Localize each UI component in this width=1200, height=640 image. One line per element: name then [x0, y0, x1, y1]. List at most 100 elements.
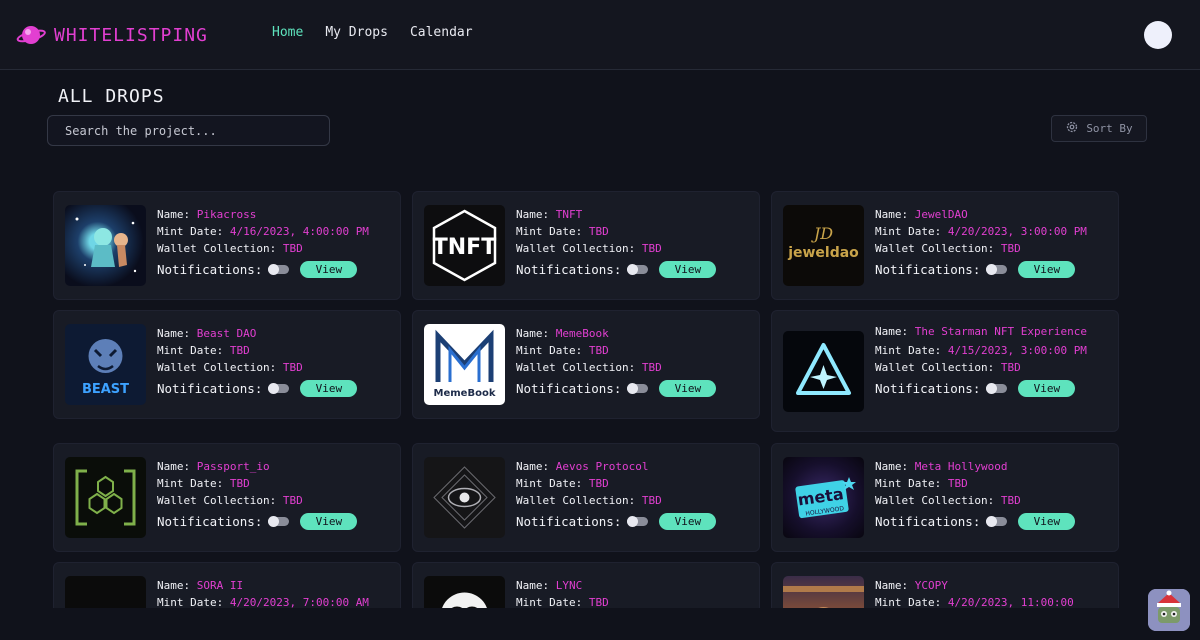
notifications-label: Notifications:: [157, 381, 263, 396]
brand-logo[interactable]: WHITELISTPING: [16, 20, 208, 50]
drop-image-beast-dao[interactable]: BEAST: [65, 324, 146, 405]
drop-name: JewelDAO: [914, 208, 968, 221]
drop-info: Name: Meta Hollywood Mint Date: TBD Wall…: [875, 458, 1115, 530]
drop-image-sora[interactable]: SORA: [65, 576, 146, 608]
drop-card: BEAST Name: Beast DAO Mint Date: TBD Wal…: [53, 310, 401, 419]
drop-mint-date: 4/15/2023, 3:00:00 PM: [947, 344, 1087, 357]
drop-mint-date: TBD: [947, 477, 968, 490]
drop-card: JD jeweldao Name: JewelDAO Mint Date: 4/…: [771, 191, 1119, 300]
drop-info: Name: Pikacross Mint Date: 4/16/2023, 4:…: [157, 208, 369, 278]
drop-card: MemeBook Name: MemeBook Mint Date: TBD W…: [412, 310, 760, 419]
nav-my-drops[interactable]: My Drops: [325, 25, 388, 40]
drop-info: Name: Aevos Protocol Mint Date: TBD Wall…: [516, 458, 756, 530]
drop-mint-date: TBD: [588, 344, 609, 357]
drop-name: The Starman NFT Experience: [914, 325, 1087, 338]
drop-name: LYNC: [555, 579, 583, 592]
drop-image-meta-hollywood[interactable]: meta HOLLYWOOD: [783, 457, 864, 538]
view-button[interactable]: View: [300, 261, 358, 278]
svg-text:SORA: SORA: [74, 607, 137, 608]
nav-calendar[interactable]: Calendar: [410, 25, 473, 40]
drop-image-memebook[interactable]: MemeBook: [424, 324, 505, 405]
drop-info: Name: LYNC Mint Date: TBD: [516, 579, 609, 608]
drop-wallet: TBD: [1000, 494, 1021, 507]
notifications-toggle[interactable]: [986, 383, 1008, 394]
notifications-label: Notifications:: [516, 514, 622, 529]
notifications-toggle[interactable]: [627, 264, 649, 275]
view-button[interactable]: View: [659, 380, 717, 397]
drop-wallet: TBD: [1000, 242, 1021, 255]
drop-card: TNFT Name: TNFT Mint Date: TBD Wallet Co…: [412, 191, 760, 300]
brand-name: WHITELISTPING: [54, 24, 208, 46]
drop-image-lync[interactable]: [424, 576, 505, 608]
main-nav: Home My Drops Calendar: [272, 25, 473, 40]
drop-wallet: TBD: [641, 361, 662, 374]
drop-name: Beast DAO: [196, 327, 257, 340]
view-button[interactable]: View: [1018, 261, 1076, 278]
user-avatar[interactable]: [1144, 21, 1172, 49]
drop-name: Pikacross: [196, 208, 257, 221]
drop-name: Aevos Protocol: [555, 460, 649, 473]
notifications-toggle[interactable]: [627, 516, 649, 527]
notifications-label: Notifications:: [875, 262, 981, 277]
notifications-label: Notifications:: [157, 262, 263, 277]
gear-icon: [1065, 120, 1079, 137]
drop-info: Name: MemeBook Mint Date: TBD Wallet Col…: [516, 325, 756, 397]
drop-mint-date: TBD: [588, 225, 609, 238]
search-input[interactable]: [48, 116, 329, 145]
drop-card: Name: YCOPY Mint Date: 4/20/2023, 11:00:…: [771, 562, 1119, 608]
notifications-toggle[interactable]: [268, 516, 290, 527]
view-button[interactable]: View: [1018, 380, 1076, 397]
view-button[interactable]: View: [300, 513, 358, 530]
drop-card: Name: The Starman NFT Experience Mint Da…: [771, 310, 1119, 432]
top-navbar: WHITELISTPING Home My Drops Calendar: [0, 0, 1200, 70]
view-button[interactable]: View: [1018, 513, 1076, 530]
drop-card: meta HOLLYWOOD Name: Meta Hollywood Mint…: [771, 443, 1119, 552]
drop-name: TNFT: [555, 208, 583, 221]
svg-text:BEAST: BEAST: [82, 382, 129, 397]
view-button[interactable]: View: [659, 261, 717, 278]
drop-name: YCOPY: [914, 579, 948, 592]
drop-mint-date: 4/20/2023, 11:00:00: [947, 596, 1074, 608]
drop-mint-date: TBD: [229, 344, 250, 357]
notifications-label: Notifications:: [516, 381, 622, 396]
drop-card: Name: LYNC Mint Date: TBD: [412, 562, 760, 608]
notifications-toggle[interactable]: [986, 264, 1008, 275]
drop-wallet: TBD: [282, 361, 303, 374]
drop-info: Name: The Starman NFT Experience Mint Da…: [875, 325, 1087, 397]
notifications-toggle[interactable]: [986, 516, 1008, 527]
svg-text:JD: JD: [811, 224, 833, 243]
nav-home[interactable]: Home: [272, 25, 303, 40]
drop-image-pikacross[interactable]: [65, 205, 146, 286]
drop-name: MemeBook: [555, 327, 609, 340]
drop-card: Name: Pikacross Mint Date: 4/16/2023, 4:…: [53, 191, 401, 300]
drop-name: Meta Hollywood: [914, 460, 1008, 473]
drop-info: Name: Passport_io Mint Date: TBD Wallet …: [157, 458, 397, 530]
drop-image-ycopy[interactable]: [783, 576, 864, 608]
drop-image-passport[interactable]: [65, 457, 146, 538]
drop-image-starman[interactable]: [783, 331, 864, 412]
notifications-toggle[interactable]: [268, 383, 290, 394]
notifications-toggle[interactable]: [268, 264, 290, 275]
drop-wallet: TBD: [641, 242, 662, 255]
drop-info: Name: Beast DAO Mint Date: TBD Wallet Co…: [157, 325, 397, 397]
drop-image-aevos[interactable]: [424, 457, 505, 538]
search-box: [47, 115, 330, 146]
view-button[interactable]: View: [300, 380, 358, 397]
notifications-label: Notifications:: [875, 381, 981, 396]
drops-grid: Name: Pikacross Mint Date: 4/16/2023, 4:…: [0, 165, 1200, 608]
drop-card: SORA Name: SORA II Mint Date: 4/20/2023,…: [53, 562, 401, 608]
planet-icon: [16, 20, 46, 50]
page-title: ALL DROPS: [58, 86, 165, 107]
sort-button[interactable]: Sort By: [1051, 115, 1147, 142]
drop-info: Name: JewelDAO Mint Date: 4/20/2023, 3:0…: [875, 208, 1087, 278]
chat-widget-avatar[interactable]: [1148, 589, 1190, 631]
drop-mint-date: 4/20/2023, 7:00:00 AM: [229, 596, 369, 608]
drop-image-tnft[interactable]: TNFT: [424, 205, 505, 286]
drop-image-jeweldao[interactable]: JD jeweldao: [783, 205, 864, 286]
notifications-toggle[interactable]: [627, 383, 649, 394]
drop-info: Name: SORA II Mint Date: 4/20/2023, 7:00…: [157, 579, 369, 608]
svg-text:jeweldao: jeweldao: [787, 245, 859, 261]
view-button[interactable]: View: [659, 513, 717, 530]
drop-wallet: TBD: [282, 494, 303, 507]
drop-mint-date: TBD: [588, 596, 609, 608]
